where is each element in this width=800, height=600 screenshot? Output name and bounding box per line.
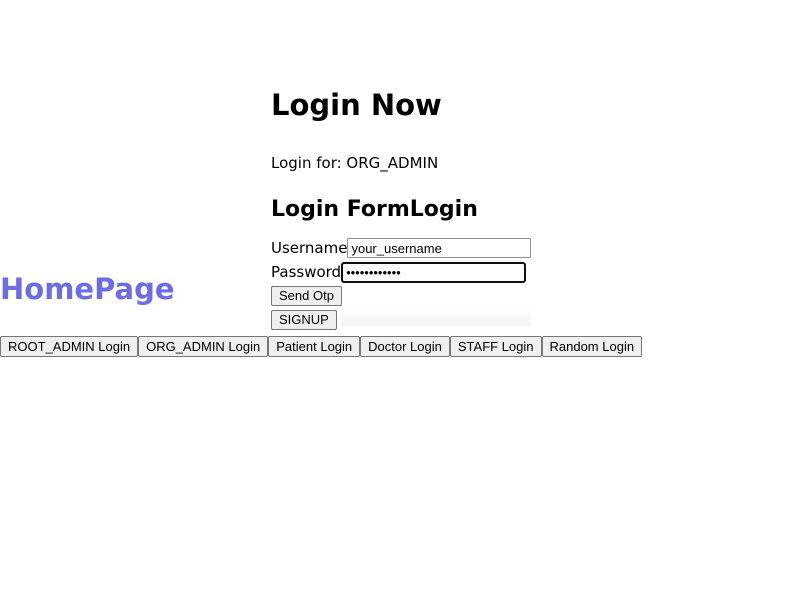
signup-shadow bbox=[341, 308, 531, 326]
homepage-title: HomePage bbox=[0, 272, 175, 306]
login-form-title: Login FormLogin bbox=[271, 197, 478, 222]
login-title: Login Now bbox=[271, 88, 442, 122]
password-row: Password bbox=[271, 260, 531, 284]
login-panel: Login Now Login for: ORG_ADMIN Login For… bbox=[271, 85, 532, 332]
random-login-button[interactable]: Random Login bbox=[541, 336, 643, 357]
password-input[interactable] bbox=[341, 261, 527, 283]
root-admin-login-button[interactable]: ROOT_ADMIN Login bbox=[0, 336, 139, 357]
login-buttons-bar: ROOT_ADMIN Login ORG_ADMIN Login Patient… bbox=[0, 336, 643, 357]
username-label: Username bbox=[271, 239, 348, 257]
send-otp-button[interactable]: Send Otp bbox=[271, 286, 342, 306]
username-row: Username bbox=[271, 236, 532, 260]
username-input[interactable] bbox=[347, 238, 532, 258]
password-label: Password bbox=[271, 263, 342, 281]
org-admin-login-button[interactable]: ORG_ADMIN Login bbox=[138, 336, 269, 357]
doctor-login-button[interactable]: Doctor Login bbox=[360, 336, 450, 357]
signup-row: SIGNUP bbox=[271, 308, 531, 332]
patient-login-button[interactable]: Patient Login bbox=[268, 336, 361, 357]
login-for-text: Login for: ORG_ADMIN bbox=[271, 154, 439, 172]
send-otp-row: Send Otp bbox=[271, 284, 531, 308]
signup-button[interactable]: SIGNUP bbox=[271, 310, 337, 330]
staff-login-button[interactable]: STAFF Login bbox=[449, 336, 542, 357]
page: Login Now Login for: ORG_ADMIN Login For… bbox=[0, 0, 800, 600]
